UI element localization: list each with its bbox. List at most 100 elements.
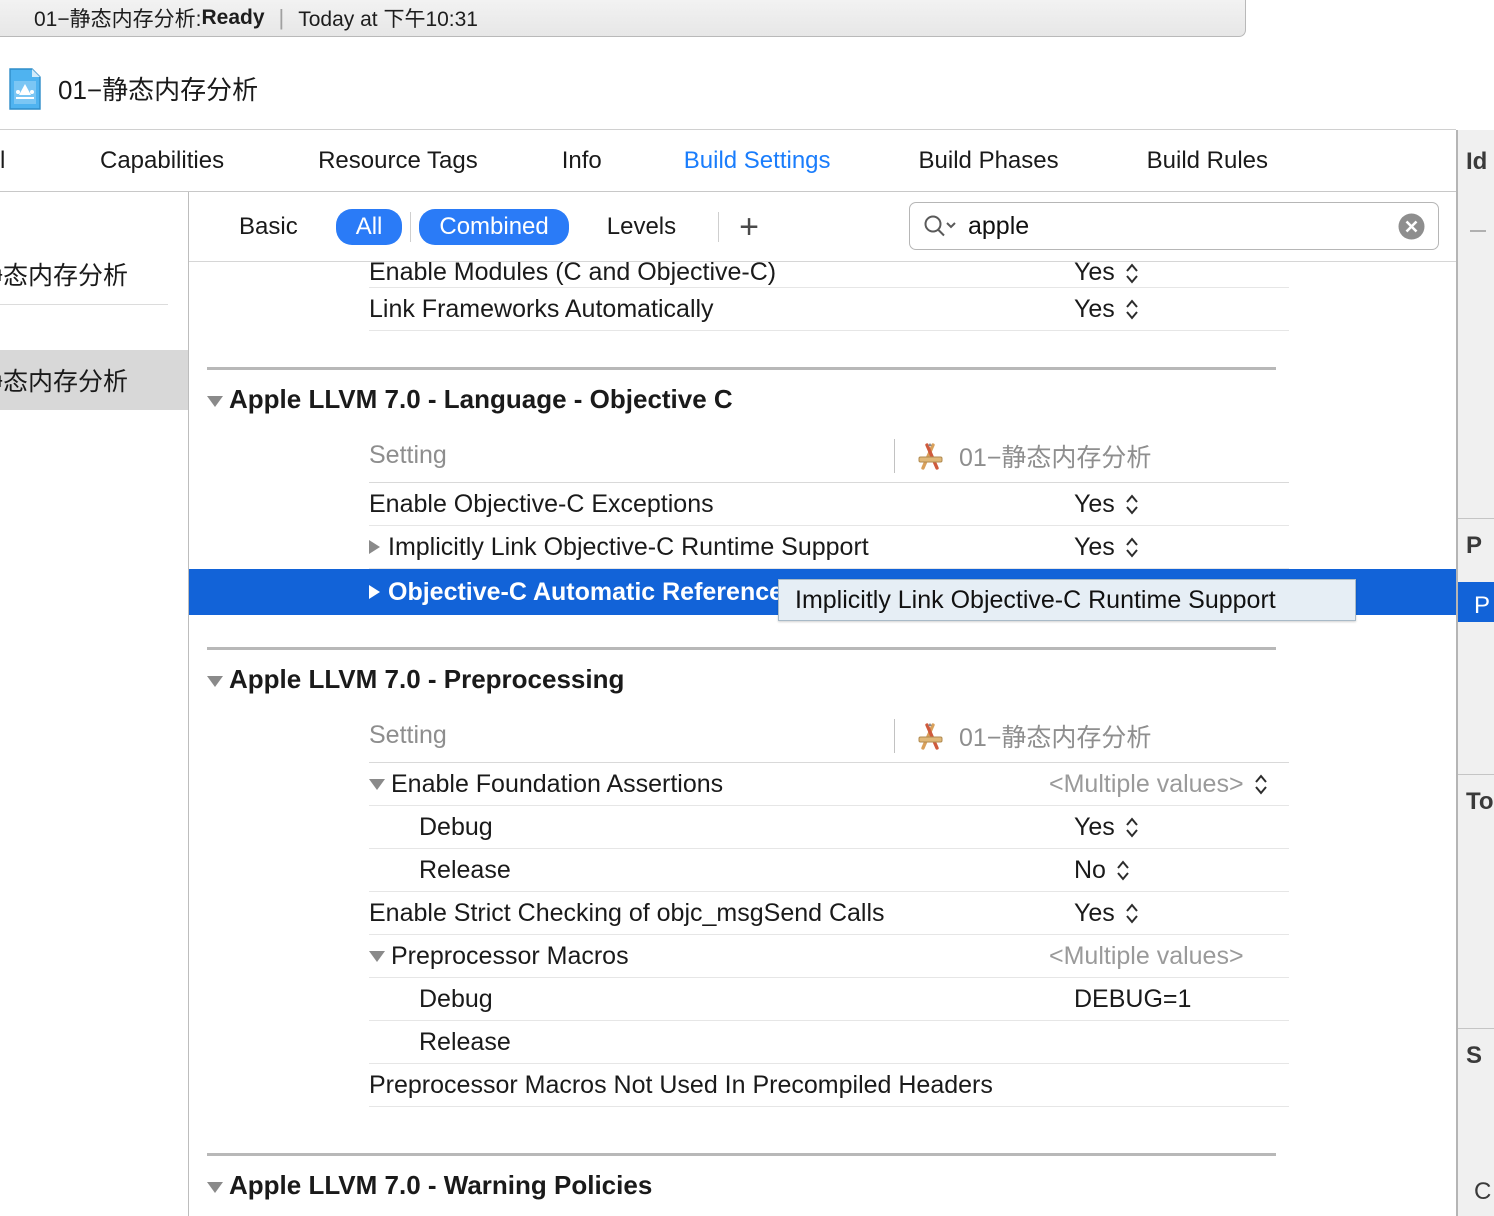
stepper-icon[interactable] — [1253, 770, 1269, 798]
stepper-icon[interactable] — [1124, 295, 1140, 323]
setting-label: Release — [419, 1027, 511, 1056]
table-row[interactable]: Implicitly Link Objective-C Runtime Supp… — [369, 526, 1289, 569]
setting-label: Link Frameworks Automatically — [369, 294, 714, 323]
tab-info[interactable]: Info — [562, 147, 602, 175]
filter-segmented-control[interactable]: Basic All Combined Levels + — [219, 208, 759, 245]
table-row[interactable]: Preprocessor Macros <Multiple values> — [369, 935, 1289, 978]
search-icon[interactable] — [922, 212, 958, 240]
chevron-right-icon[interactable] — [369, 585, 380, 599]
table-row[interactable]: Enable Objective-C Exceptions Yes — [369, 483, 1289, 526]
inspector-section-source-control: S — [1466, 1042, 1483, 1069]
tab-build-settings[interactable]: Build Settings — [684, 147, 831, 175]
setting-value[interactable]: No — [1074, 856, 1131, 885]
build-settings-filter-bar: Basic All Combined Levels + apple — [189, 192, 1456, 262]
setting-value[interactable]: Yes — [1074, 899, 1140, 928]
clear-search-icon[interactable] — [1397, 212, 1426, 241]
setting-value-text: Yes — [1074, 262, 1115, 286]
stepper-icon[interactable] — [1115, 856, 1131, 884]
setting-value-text: Yes — [1074, 532, 1115, 561]
filter-levels-button[interactable]: Levels — [587, 209, 696, 245]
search-input[interactable]: apple — [968, 212, 1397, 241]
column-header-row: Setting 01−静态内存分析 — [369, 709, 1289, 763]
utilities-inspector-panel[interactable]: Id P P To S C — [1457, 130, 1494, 1216]
table-row[interactable]: Debug Yes — [369, 806, 1289, 849]
editor-tab-bar: l Capabilities Resource Tags Info Build … — [0, 130, 1456, 192]
tab-general-clipped[interactable]: l — [0, 147, 24, 175]
filter-basic-button[interactable]: Basic — [219, 209, 318, 245]
section-header-warning-policies[interactable]: Apple LLVM 7.0 - Warning Policies — [189, 1156, 1456, 1215]
tab-build-rules[interactable]: Build Rules — [1147, 147, 1268, 175]
section-header-preprocessing[interactable]: Apple LLVM 7.0 - Preprocessing — [189, 650, 1456, 709]
sidebar-item-project[interactable]: 静态内存分析 — [0, 244, 188, 304]
tab-build-phases[interactable]: Build Phases — [919, 147, 1059, 175]
filter-all-button[interactable]: All — [335, 208, 403, 245]
chevron-down-icon[interactable] — [207, 395, 223, 407]
chevron-down-icon[interactable] — [369, 950, 385, 962]
inspector-section-project-document: P — [1466, 532, 1483, 559]
table-row[interactable]: Preprocessor Macros Not Used In Precompi… — [369, 1064, 1289, 1107]
inspector-section-text-settings: To — [1466, 788, 1494, 815]
section-title: Apple LLVM 7.0 - Preprocessing — [229, 664, 625, 694]
setting-label: Enable Objective-C Exceptions — [369, 489, 714, 518]
stepper-icon[interactable] — [1124, 262, 1140, 287]
inspector-placeholder-dash — [1470, 230, 1486, 232]
setting-value-text: Yes — [1074, 489, 1115, 518]
setting-label: Enable Strict Checking of objc_msgSend C… — [369, 898, 885, 927]
table-row[interactable]: Link Frameworks Automatically Yes — [369, 288, 1289, 331]
setting-label: Preprocessor Macros Not Used In Precompi… — [369, 1070, 993, 1099]
table-row[interactable]: Enable Strict Checking of objc_msgSend C… — [369, 892, 1289, 935]
status-state: Ready — [201, 6, 265, 29]
setting-value[interactable]: Yes — [1074, 490, 1140, 519]
chevron-down-icon[interactable] — [207, 1181, 223, 1193]
project-navigator-sidebar[interactable]: 静态内存分析 静态内存分析 — [0, 192, 189, 1216]
setting-value-text: Yes — [1074, 812, 1115, 841]
setting-value[interactable]: Yes — [1074, 813, 1140, 842]
setting-value[interactable]: Yes — [1074, 533, 1140, 562]
target-name: 01−静态内存分析 — [959, 723, 1152, 752]
inspector-selected-row-label[interactable]: P — [1474, 592, 1490, 620]
table-row[interactable]: Enable Modules (C and Objective-C) Yes — [369, 262, 1289, 288]
setting-value-text: Yes — [1074, 898, 1115, 927]
setting-value-text: DEBUG=1 — [1074, 984, 1192, 1013]
chevron-down-icon[interactable] — [207, 675, 223, 687]
stepper-icon[interactable] — [1124, 533, 1140, 561]
search-field[interactable]: apple — [909, 202, 1439, 250]
tooltip-text: Implicitly Link Objective-C Runtime Supp… — [795, 585, 1276, 614]
stepper-icon[interactable] — [1124, 813, 1140, 841]
setting-value-text: Yes — [1074, 294, 1115, 323]
table-row[interactable]: Release — [369, 1021, 1289, 1064]
setting-value[interactable]: <Multiple values> — [1049, 942, 1244, 971]
tab-capabilities[interactable]: Capabilities — [100, 147, 224, 175]
stepper-icon[interactable] — [1124, 899, 1140, 927]
section-header-language-objc[interactable]: Apple LLVM 7.0 - Language - Objective C — [189, 370, 1456, 429]
add-build-setting-button[interactable]: + — [739, 210, 759, 244]
target-name: 01−静态内存分析 — [959, 443, 1152, 472]
setting-label: Debug — [419, 812, 493, 841]
sidebar-item-label: 静态内存分析 — [0, 262, 129, 290]
stepper-icon[interactable] — [1124, 490, 1140, 518]
setting-value[interactable]: <Multiple values> — [1049, 770, 1269, 799]
build-settings-list[interactable]: Enable Modules (C and Objective-C) Yes L… — [189, 262, 1456, 1216]
table-row[interactable]: Debug DEBUG=1 — [369, 978, 1289, 1021]
inspector-rule — [1458, 1028, 1494, 1029]
sidebar-item-target[interactable]: 静态内存分析 — [0, 350, 188, 410]
column-header-row: Setting 01−静态内存分析 — [369, 429, 1289, 483]
setting-value[interactable]: DEBUG=1 — [1074, 985, 1191, 1014]
setting-value-text: <Multiple values> — [1049, 941, 1244, 970]
inspector-row-label[interactable]: C — [1474, 1178, 1491, 1206]
filter-combined-button[interactable]: Combined — [419, 208, 569, 245]
table-row[interactable]: Enable Foundation Assertions <Multiple v… — [369, 763, 1289, 806]
status-scheme: 01−静态内存分析: — [34, 8, 202, 31]
setting-label: Implicitly Link Objective-C Runtime Supp… — [388, 532, 869, 561]
status-separator: | — [278, 5, 285, 30]
sidebar-item-label: 静态内存分析 — [0, 368, 129, 396]
chevron-right-icon[interactable] — [369, 540, 380, 554]
inspector-top-gap — [1456, 0, 1494, 130]
setting-value[interactable]: Yes — [1074, 262, 1140, 287]
setting-value[interactable]: Yes — [1074, 295, 1140, 324]
chevron-down-icon[interactable] — [369, 778, 385, 790]
tab-resource-tags[interactable]: Resource Tags — [318, 147, 478, 175]
table-row[interactable]: Release No — [369, 849, 1289, 892]
document-header: 01−静态内存分析 — [0, 48, 1456, 130]
